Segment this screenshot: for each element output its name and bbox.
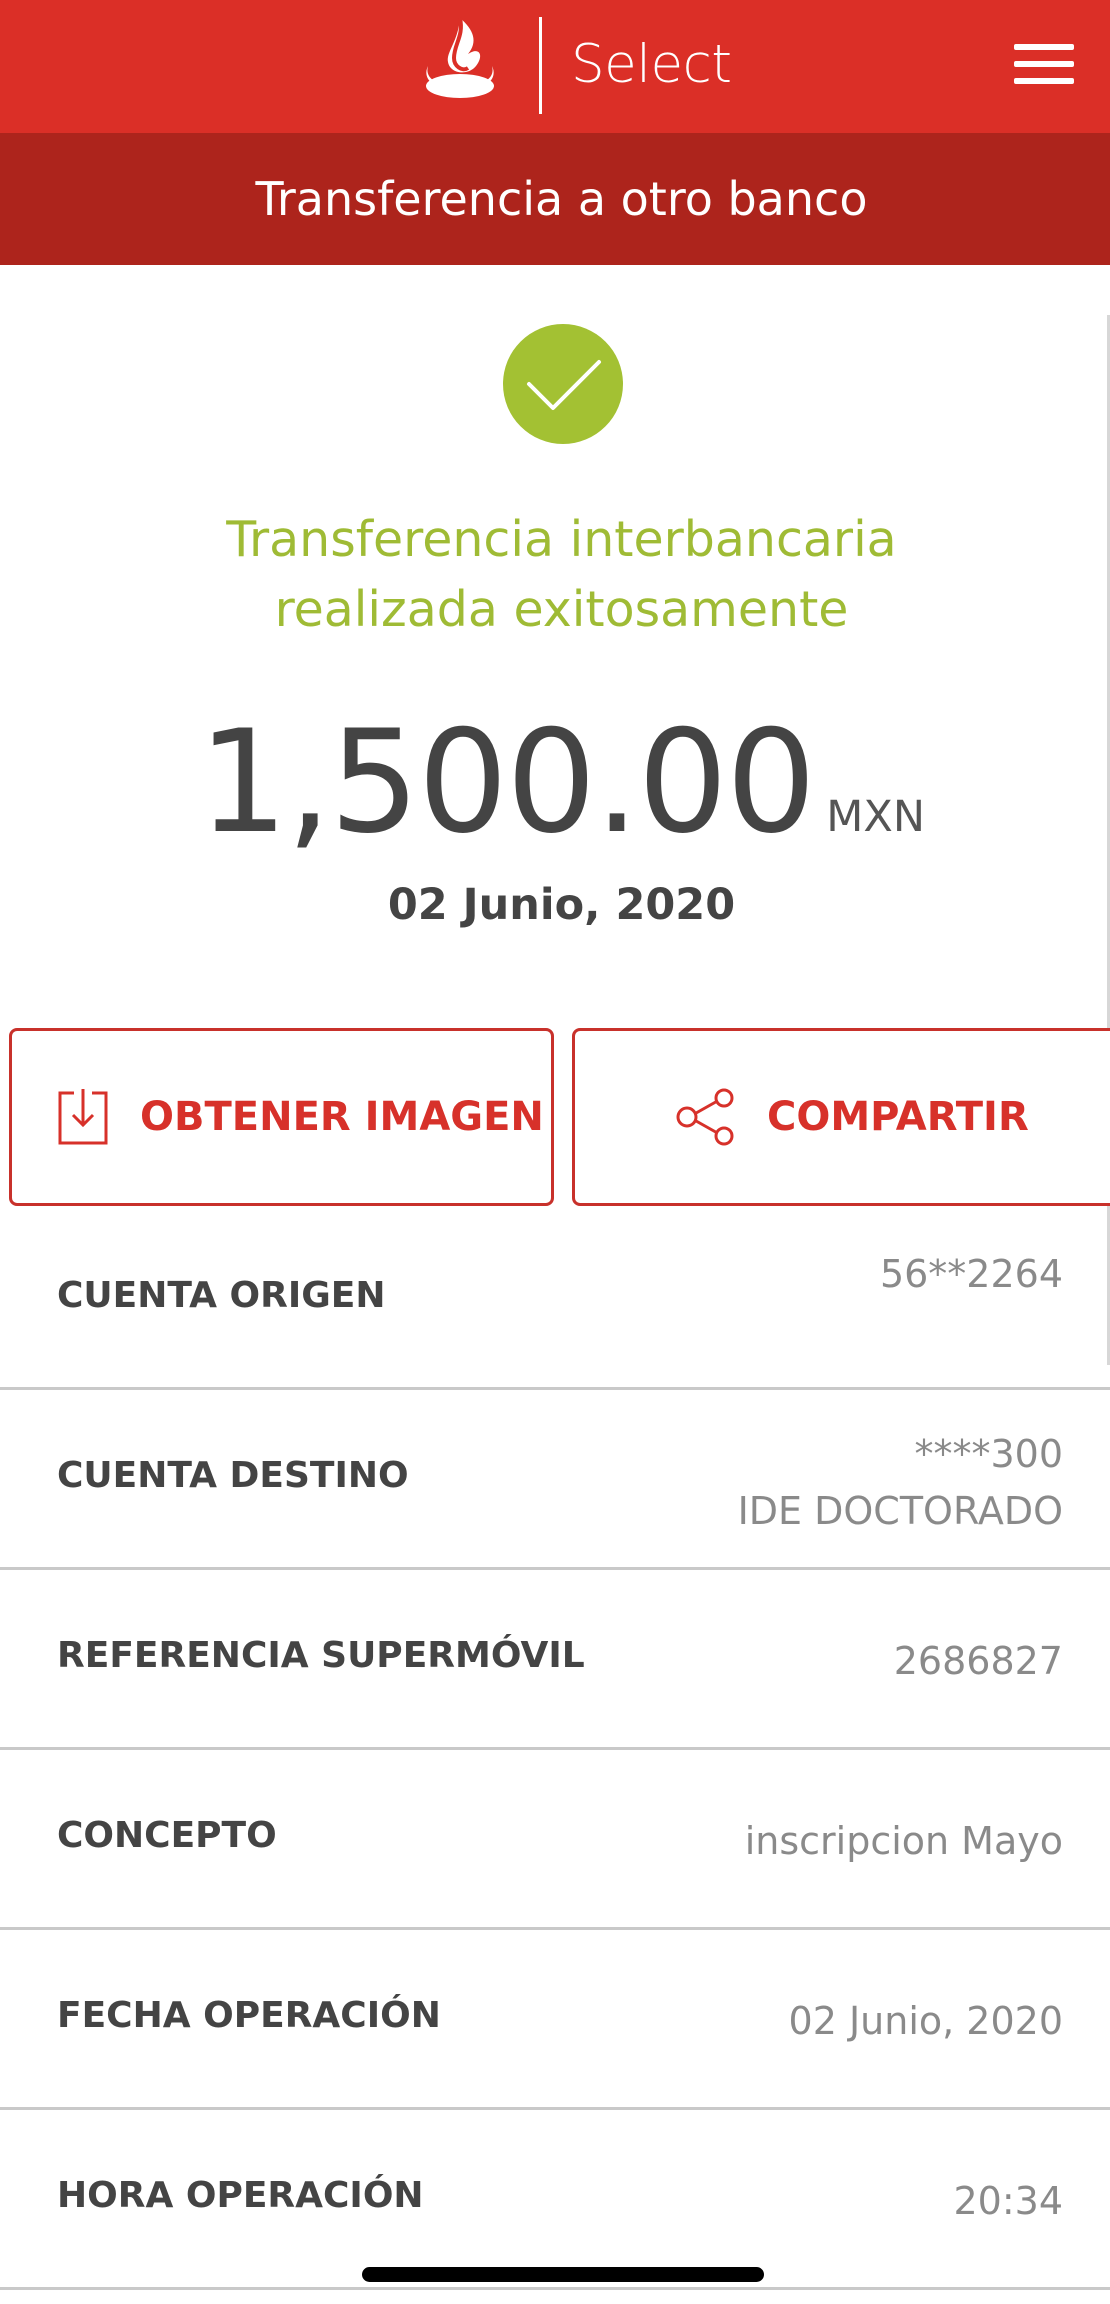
page-title-bar: Transferencia a otro banco bbox=[0, 133, 1110, 265]
share-icon bbox=[676, 1088, 734, 1146]
amount-currency: MXN bbox=[826, 792, 926, 842]
get-image-button[interactable]: OBTENER IMAGEN bbox=[9, 1028, 554, 1206]
home-indicator[interactable] bbox=[362, 2267, 764, 2282]
detail-value-line1: ****300 bbox=[914, 1432, 1063, 1476]
brand-divider bbox=[539, 17, 542, 114]
detail-value: 02 Junio, 2020 bbox=[788, 1999, 1063, 2043]
detail-value-line2: IDE DOCTORADO bbox=[737, 1489, 1063, 1533]
detail-label: CUENTA DESTINO bbox=[57, 1455, 409, 1496]
detail-value: ****300 IDE DOCTORADO bbox=[738, 1426, 1063, 1540]
detail-label: HORA OPERACIÓN bbox=[57, 2175, 424, 2216]
detail-label: FECHA OPERACIÓN bbox=[57, 1995, 441, 2036]
detail-row-operation-time: HORA OPERACIÓN 20:34 bbox=[0, 2110, 1110, 2290]
success-check-icon bbox=[503, 324, 623, 444]
detail-row-concept: CONCEPTO inscripcion Mayo bbox=[0, 1750, 1110, 1930]
amount-value: 1,500.00 bbox=[197, 700, 816, 865]
transfer-date: 02 Junio, 2020 bbox=[387, 880, 736, 930]
santander-flame-icon bbox=[426, 17, 494, 98]
get-image-label: OBTENER IMAGEN bbox=[140, 1094, 544, 1140]
hamburger-menu-icon[interactable] bbox=[1010, 42, 1080, 90]
check-icon bbox=[527, 360, 601, 410]
detail-row-destination-account: CUENTA DESTINO ****300 IDE DOCTORADO bbox=[0, 1390, 1110, 1570]
success-message: Transferencia interbancaria realizada ex… bbox=[0, 505, 1110, 645]
detail-label: CONCEPTO bbox=[57, 1815, 277, 1856]
share-label: COMPARTIR bbox=[767, 1094, 1029, 1140]
detail-row-origin-account: CUENTA ORIGEN 56**2264 bbox=[0, 1210, 1110, 1390]
detail-value: 56**2264 bbox=[879, 1252, 1063, 1296]
app-header: Select bbox=[0, 0, 1110, 133]
detail-label: REFERENCIA SUPERMÓVIL bbox=[57, 1635, 585, 1676]
download-icon bbox=[58, 1089, 108, 1145]
success-message-line1: Transferencia interbancaria bbox=[226, 511, 897, 568]
page-title: Transferencia a otro banco bbox=[255, 172, 868, 226]
detail-value: inscripcion Mayo bbox=[744, 1819, 1063, 1863]
success-message-line2: realizada exitosamente bbox=[274, 581, 849, 638]
detail-label: CUENTA ORIGEN bbox=[57, 1275, 386, 1316]
detail-row-reference: REFERENCIA SUPERMÓVIL 2686827 bbox=[0, 1570, 1110, 1750]
detail-value: 2686827 bbox=[893, 1639, 1063, 1683]
transfer-amount: 1,500.00 MXN bbox=[0, 700, 1110, 865]
detail-row-operation-date: FECHA OPERACIÓN 02 Junio, 2020 bbox=[0, 1930, 1110, 2110]
brand-logo: Select bbox=[0, 0, 1110, 133]
share-button[interactable]: COMPARTIR bbox=[572, 1028, 1110, 1206]
detail-value: 20:34 bbox=[953, 2179, 1063, 2223]
transfer-confirmation-screen: Select Transferencia a otro banco Transf… bbox=[0, 0, 1110, 2304]
brand-label: Select bbox=[571, 34, 732, 95]
